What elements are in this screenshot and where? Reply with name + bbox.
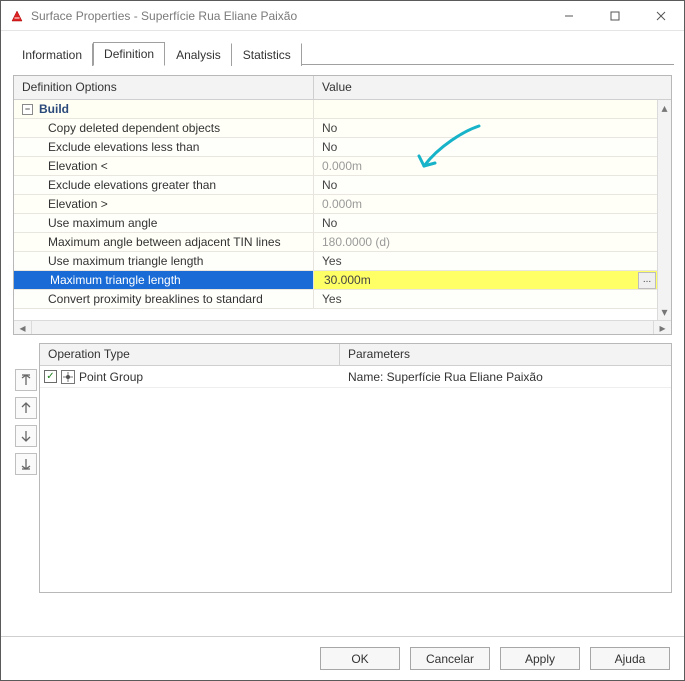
point-group-icon (61, 370, 75, 384)
operation-side-buttons (13, 343, 39, 593)
scroll-up-icon[interactable]: ▴ (658, 100, 671, 116)
scroll-left-icon[interactable]: ◂ (14, 321, 32, 334)
operation-row[interactable]: Point Group Name: Superfície Rua Eliane … (40, 366, 671, 388)
grid-row[interactable]: Exclude elevations less than No (14, 138, 657, 157)
move-down-button[interactable] (15, 425, 37, 447)
grid-row[interactable]: Elevation > 0.000m (14, 195, 657, 214)
operation-checkbox[interactable] (44, 370, 57, 383)
grid-row[interactable]: Exclude elevations greater than No (14, 176, 657, 195)
scroll-right-icon[interactable]: ▸ (653, 321, 671, 334)
tab-statistics[interactable]: Statistics (232, 43, 302, 66)
cancel-button[interactable]: Cancelar (410, 647, 490, 670)
scroll-down-icon[interactable]: ▾ (658, 304, 671, 320)
collapse-icon[interactable]: − (22, 104, 33, 115)
grid-row[interactable]: Maximum angle between adjacent TIN lines… (14, 233, 657, 252)
grid-header: Definition Options Value (14, 76, 671, 100)
tab-strip: Information Definition Analysis Statisti… (1, 31, 684, 65)
horizontal-scrollbar[interactable]: ◂ ▸ (14, 320, 671, 334)
help-button[interactable]: Ajuda (590, 647, 670, 670)
grid-row[interactable]: Convert proximity breaklines to standard… (14, 290, 657, 309)
grid-row[interactable]: Use maximum angle No (14, 214, 657, 233)
definition-grid: Definition Options Value −Build Copy del… (13, 75, 672, 335)
maximize-button[interactable] (592, 1, 638, 30)
grid-header-value: Value (314, 76, 671, 99)
close-button[interactable] (638, 1, 684, 30)
apply-button[interactable]: Apply (500, 647, 580, 670)
ellipsis-button[interactable]: ... (638, 272, 656, 289)
tab-analysis[interactable]: Analysis (165, 43, 232, 66)
vertical-scrollbar[interactable]: ▴ ▾ (657, 100, 671, 320)
grid-group-build[interactable]: −Build (14, 100, 657, 119)
move-bottom-button[interactable] (15, 453, 37, 475)
tab-definition[interactable]: Definition (93, 42, 165, 66)
operations-area: Operation Type Parameters Point Group Na… (13, 343, 672, 593)
move-up-button[interactable] (15, 397, 37, 419)
dialog-body: Definition Options Value −Build Copy del… (1, 65, 684, 636)
operation-type-label: Point Group (79, 370, 143, 384)
grid-body: −Build Copy deleted dependent objects No… (14, 100, 657, 320)
operations-grid: Operation Type Parameters Point Group Na… (39, 343, 672, 593)
ops-header-params: Parameters (340, 344, 671, 365)
dialog-window: Surface Properties - Superfície Rua Elia… (0, 0, 685, 681)
ops-header-type: Operation Type (40, 344, 340, 365)
grid-row[interactable]: Elevation < 0.000m (14, 157, 657, 176)
grid-row[interactable]: Copy deleted dependent objects No (14, 119, 657, 138)
app-icon (9, 8, 25, 24)
dialog-footer: OK Cancelar Apply Ajuda (1, 636, 684, 680)
window-controls (546, 1, 684, 30)
grid-row-selected[interactable]: Maximum triangle length 30.000m ... (14, 271, 657, 290)
ok-button[interactable]: OK (320, 647, 400, 670)
operation-params-label: Name: Superfície Rua Eliane Paixão (340, 370, 671, 384)
operations-header: Operation Type Parameters (40, 344, 671, 366)
grid-header-options: Definition Options (14, 76, 314, 99)
titlebar: Surface Properties - Superfície Rua Elia… (1, 1, 684, 31)
window-title: Surface Properties - Superfície Rua Elia… (31, 9, 546, 23)
grid-row[interactable]: Use maximum triangle length Yes (14, 252, 657, 271)
tab-information[interactable]: Information (11, 43, 93, 66)
minimize-button[interactable] (546, 1, 592, 30)
move-top-button[interactable] (15, 369, 37, 391)
